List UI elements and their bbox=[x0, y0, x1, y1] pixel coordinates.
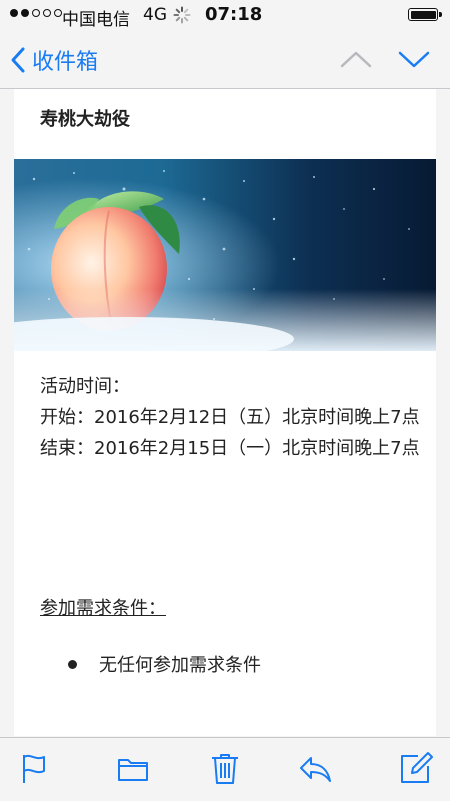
back-label: 收件箱 bbox=[32, 50, 99, 75]
network-type: 4G bbox=[143, 5, 167, 25]
compose-icon[interactable] bbox=[398, 750, 434, 786]
email-subject: 寿桃大劫役 bbox=[40, 109, 130, 130]
end-time-line: 结束：2016年2月15日（一）北京时间晚上7点 bbox=[40, 438, 420, 459]
trash-icon[interactable] bbox=[207, 750, 243, 786]
bullet-icon bbox=[68, 659, 77, 669]
requirement-text: 无任何参加需求条件 bbox=[99, 655, 261, 676]
requirements-title: 参加需求条件： bbox=[40, 598, 166, 619]
list-item: 无任何参加需求条件 bbox=[68, 651, 261, 677]
start-time-line: 开始：2016年2月12日（五）北京时间晚上7点 bbox=[40, 407, 420, 428]
activity-spinner-icon bbox=[173, 6, 191, 24]
flag-icon[interactable] bbox=[16, 750, 52, 786]
chevron-down-icon[interactable] bbox=[396, 44, 432, 74]
email-body: 寿桃大劫役 活动时间： 开始：2016年2月12日（五）北京时间晚上7点 结束：… bbox=[14, 89, 436, 736]
chevron-up-icon[interactable] bbox=[338, 44, 374, 74]
schedule-heading: 活动时间： bbox=[40, 376, 130, 397]
reply-icon[interactable] bbox=[297, 750, 333, 786]
bottom-toolbar bbox=[0, 737, 450, 801]
status-bar: 中国电信 4G 07:18 bbox=[0, 0, 450, 30]
chevron-left-icon bbox=[11, 47, 25, 73]
battery-icon bbox=[408, 8, 442, 21]
carrier-name: 中国电信 bbox=[62, 10, 130, 30]
navigation-bar: 收件箱 bbox=[0, 30, 450, 89]
back-to-inbox-button[interactable]: 收件箱 bbox=[10, 44, 98, 76]
folder-icon[interactable] bbox=[115, 750, 151, 786]
event-schedule: 活动时间： 开始：2016年2月12日（五）北京时间晚上7点 结束：2016年2… bbox=[40, 371, 420, 464]
peach-banner-image bbox=[14, 159, 436, 351]
signal-strength-icon bbox=[10, 9, 62, 17]
status-time: 07:18 bbox=[205, 4, 263, 25]
